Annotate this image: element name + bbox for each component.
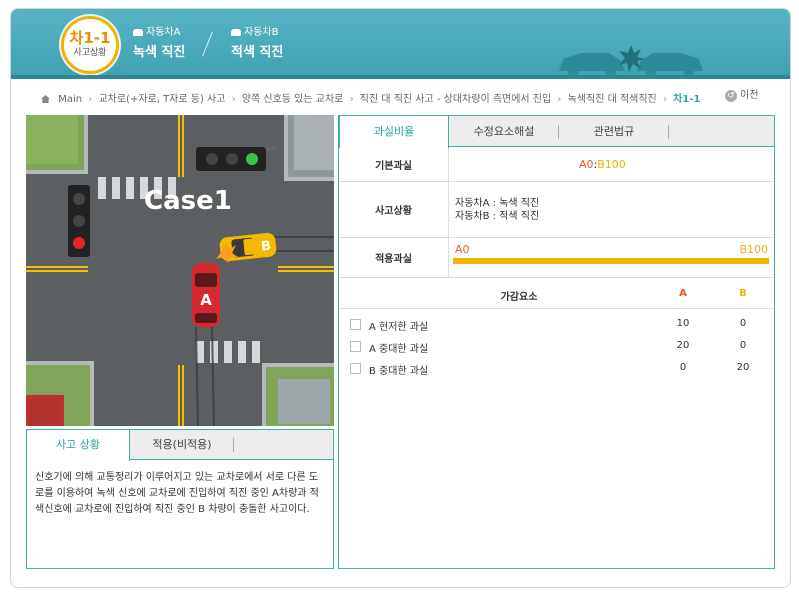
breadcrumb-item[interactable]: 양쪽 신호등 있는 교차로 xyxy=(242,94,344,105)
base-fault-value: A0:B100 xyxy=(579,158,626,171)
breadcrumb-item[interactable]: 교차로(+자로, T자로 등) 사고 xyxy=(98,94,225,105)
adjust-header: 가감요소 A B xyxy=(339,279,774,309)
adjust-checkbox[interactable] xyxy=(350,363,361,374)
crash-illustration-icon xyxy=(559,45,703,77)
tab-fault-ratio[interactable]: 과실비율 xyxy=(339,116,449,148)
breadcrumb-item[interactable]: 직진 대 직진 사고 - 상대차량이 측면에서 진입 xyxy=(360,94,551,105)
intersection-illustration: B A Case1 xyxy=(26,115,334,426)
car-b-letter: B xyxy=(260,239,271,255)
car-b-label: 자동차B xyxy=(231,23,278,38)
breadcrumb-item[interactable]: 녹색직진 대 적색직진 xyxy=(568,94,657,105)
car-icon xyxy=(231,29,241,36)
car-a-status: 녹색 직진 xyxy=(133,45,186,60)
applied-fault-label: 적용과실 xyxy=(339,238,449,277)
adjust-header-name: 가감요소 xyxy=(500,292,538,303)
car-a: A xyxy=(192,263,220,327)
app-frame: 차1-1 사고상황 자동차A 녹색 직진 자동차B 적색 직진 Main › 교… xyxy=(10,8,791,588)
breadcrumb: Main › 교차로(+자로, T자로 등) 사고 › 양쪽 신호등 있는 교차… xyxy=(41,90,711,105)
accident-description: 신호기에 의해 교통정리가 이루어지고 있는 교차로에서 서로 다른 도로를 이… xyxy=(35,472,319,515)
scenario-panel: 사고 상황 적용(비적용) 신호기에 의해 교통정리가 이루어지고 있는 교차로… xyxy=(26,429,334,569)
adjust-checkbox[interactable] xyxy=(350,319,361,330)
back-icon: ↺ xyxy=(725,90,737,102)
applied-fault-b: B100 xyxy=(739,243,768,256)
accident-scene: B A Case1 xyxy=(26,115,334,426)
car-a-label: 자동차A xyxy=(133,23,180,38)
scenario-tabs: 사고 상황 적용(비적용) xyxy=(27,430,333,461)
tab-modifier-explanation[interactable]: 수정요소해설 xyxy=(449,116,559,147)
home-icon[interactable] xyxy=(41,95,50,103)
fault-panel: 과실비율 수정요소해설 관련법규 기본과실 A0:B100 사고상황 자동차A … xyxy=(338,115,775,569)
adjust-row: A 중대한 과실 20 0 xyxy=(339,336,774,358)
situation-label: 사고상황 xyxy=(339,182,449,237)
adjust-header-b: B xyxy=(739,288,747,299)
tab-related-law[interactable]: 관련법규 xyxy=(559,116,669,147)
tab-accident-situation[interactable]: 사고 상황 xyxy=(27,430,130,461)
adjust-row: B 중대한 과실 0 20 xyxy=(339,358,774,380)
header-divider xyxy=(202,31,213,57)
fault-tabs: 과실비율 수정요소해설 관련법규 xyxy=(339,116,774,148)
car-icon xyxy=(133,29,143,36)
situation-row: 사고상황 자동차A : 녹색 직진 자동차B : 적색 직진 xyxy=(339,182,774,238)
adjust-row: A 현저한 과실 10 0 xyxy=(339,314,774,336)
applied-fault-a: A0 xyxy=(455,243,470,256)
car-a-letter: A xyxy=(200,291,212,309)
adjust-checkbox[interactable] xyxy=(350,341,361,352)
case-label: Case1 xyxy=(144,186,232,216)
tab-applicability[interactable]: 적용(비적용) xyxy=(130,430,234,460)
badge-subtitle: 사고상황 xyxy=(73,48,107,58)
base-fault-row: 기본과실 A0:B100 xyxy=(339,148,774,182)
adjust-header-a: A xyxy=(679,288,687,299)
situation-value: 자동차A : 녹색 직진 자동차B : 적색 직진 xyxy=(455,198,540,222)
badge-title: 차1-1 xyxy=(69,29,111,47)
prev-button[interactable]: ↺ 이전 xyxy=(725,86,758,102)
car-b-status: 적색 직진 xyxy=(231,45,284,60)
header-banner: 차1-1 사고상황 자동차A 녹색 직진 자동차B 적색 직진 xyxy=(11,9,790,79)
case-badge: 차1-1 사고상황 xyxy=(61,16,119,74)
applied-fault-bar xyxy=(453,258,769,264)
applied-fault-row: 적용과실 A0 B100 xyxy=(339,238,774,278)
breadcrumb-current: 차1-1 xyxy=(673,94,701,105)
base-fault-label: 기본과실 xyxy=(339,148,449,181)
breadcrumb-item[interactable]: Main xyxy=(58,94,82,105)
